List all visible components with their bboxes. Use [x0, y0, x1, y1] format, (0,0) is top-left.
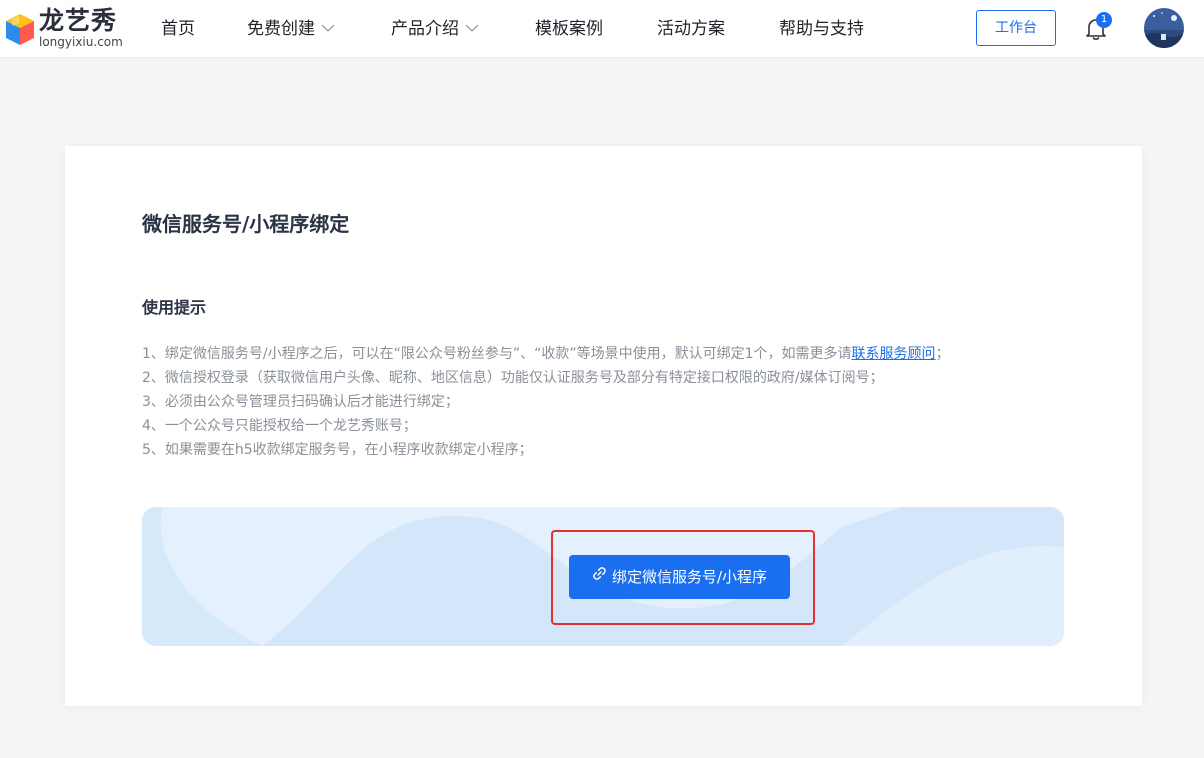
workbench-button[interactable]: 工作台: [976, 10, 1056, 46]
nav-item-label: 产品介绍: [391, 19, 459, 39]
binding-card: 微信服务号/小程序绑定 使用提示 1、绑定微信服务号/小程序之后，可以在“限公众…: [65, 146, 1142, 706]
nav-item-templates[interactable]: 模板案例: [535, 0, 603, 58]
nav-item-help[interactable]: 帮助与支持: [779, 0, 864, 58]
contact-advisor-link[interactable]: 联系服务顾问: [852, 346, 936, 362]
nav-item-label: 活动方案: [657, 19, 725, 39]
tips-list: 1、绑定微信服务号/小程序之后，可以在“限公众号粉丝参与”、“收款”等场景中使用…: [142, 342, 950, 462]
brand-name: 龙艺秀: [39, 6, 118, 35]
tip-item: 2、微信授权登录（获取微信用户头像、昵称、地区信息）功能仅认证服务号及部分有特定…: [142, 370, 884, 386]
user-avatar[interactable]: [1144, 8, 1184, 48]
link-icon: [592, 554, 607, 598]
nav-item-products[interactable]: 产品介绍: [391, 0, 479, 58]
nav-item-free-create[interactable]: 免费创建: [247, 0, 335, 58]
tip-item: 1、绑定微信服务号/小程序之后，可以在“限公众号粉丝参与”、“收款”等场景中使用…: [142, 342, 950, 366]
avatar-image: [1144, 8, 1184, 48]
bind-button-label: 绑定微信服务号/小程序: [611, 568, 768, 586]
nav-item-campaigns[interactable]: 活动方案: [657, 0, 725, 58]
brand-logo[interactable]: 龙艺秀 longyixiu.com: [3, 6, 133, 52]
page-title: 微信服务号/小程序绑定: [142, 212, 350, 236]
bind-banner: 绑定微信服务号/小程序: [142, 507, 1064, 646]
brand-domain: longyixiu.com: [39, 35, 123, 49]
top-header: 龙艺秀 longyixiu.com 首页 免费创建 产品介绍 模板案例 活动方案…: [0, 0, 1204, 58]
tip-text: 1、绑定微信服务号/小程序之后，可以在“限公众号粉丝参与”、“收款”等场景中使用…: [142, 346, 852, 362]
nav-item-label: 模板案例: [535, 19, 603, 39]
nav-item-label: 帮助与支持: [779, 19, 864, 39]
cube-logo-icon: [6, 14, 34, 45]
nav-item-home[interactable]: 首页: [161, 0, 195, 58]
chevron-down-icon: [321, 0, 335, 56]
bind-wechat-button[interactable]: 绑定微信服务号/小程序: [569, 555, 790, 599]
chevron-down-icon: [465, 0, 479, 56]
tips-title: 使用提示: [142, 298, 207, 317]
tip-item: 3、必须由公众号管理员扫码确认后才能进行绑定；: [142, 394, 459, 410]
notification-badge: 1: [1096, 12, 1112, 28]
tip-suffix: ；: [935, 346, 950, 362]
nav-item-label: 免费创建: [247, 19, 315, 39]
nav-item-label: 首页: [161, 19, 195, 39]
tip-item: 5、如果需要在h5收款绑定服务号，在小程序收款绑定小程序；: [142, 442, 533, 458]
tip-item: 4、一个公众号只能授权给一个龙艺秀账号；: [142, 418, 417, 434]
